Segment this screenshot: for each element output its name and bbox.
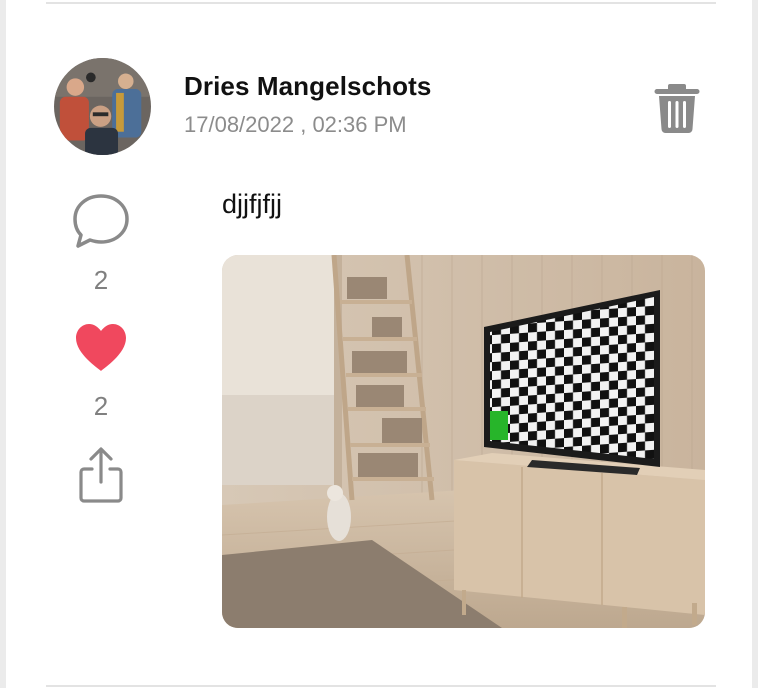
like-button[interactable] xyxy=(74,323,128,373)
room-photo xyxy=(222,255,705,628)
comment-bubble-icon xyxy=(73,194,129,248)
avatar-photo xyxy=(54,58,151,155)
delete-button[interactable] xyxy=(654,82,700,134)
bottom-divider xyxy=(46,685,716,687)
comment-button[interactable] xyxy=(72,193,130,249)
avatar[interactable] xyxy=(54,58,151,155)
heart-icon xyxy=(76,324,126,371)
comment-count: 2 xyxy=(93,265,109,295)
post-image[interactable] xyxy=(222,255,705,628)
like-count: 2 xyxy=(93,391,109,421)
trash-icon xyxy=(654,84,700,133)
share-button[interactable] xyxy=(78,447,124,504)
share-icon xyxy=(79,447,123,503)
top-divider xyxy=(46,2,716,4)
post-timestamp: 17/08/2022 , 02:36 PM xyxy=(184,112,407,137)
post-text: djjfjfjj xyxy=(222,189,283,219)
author-name[interactable]: Dries Mangelschots xyxy=(184,71,431,102)
post-card: Dries Mangelschots 17/08/2022 , 02:36 PM… xyxy=(6,0,752,688)
